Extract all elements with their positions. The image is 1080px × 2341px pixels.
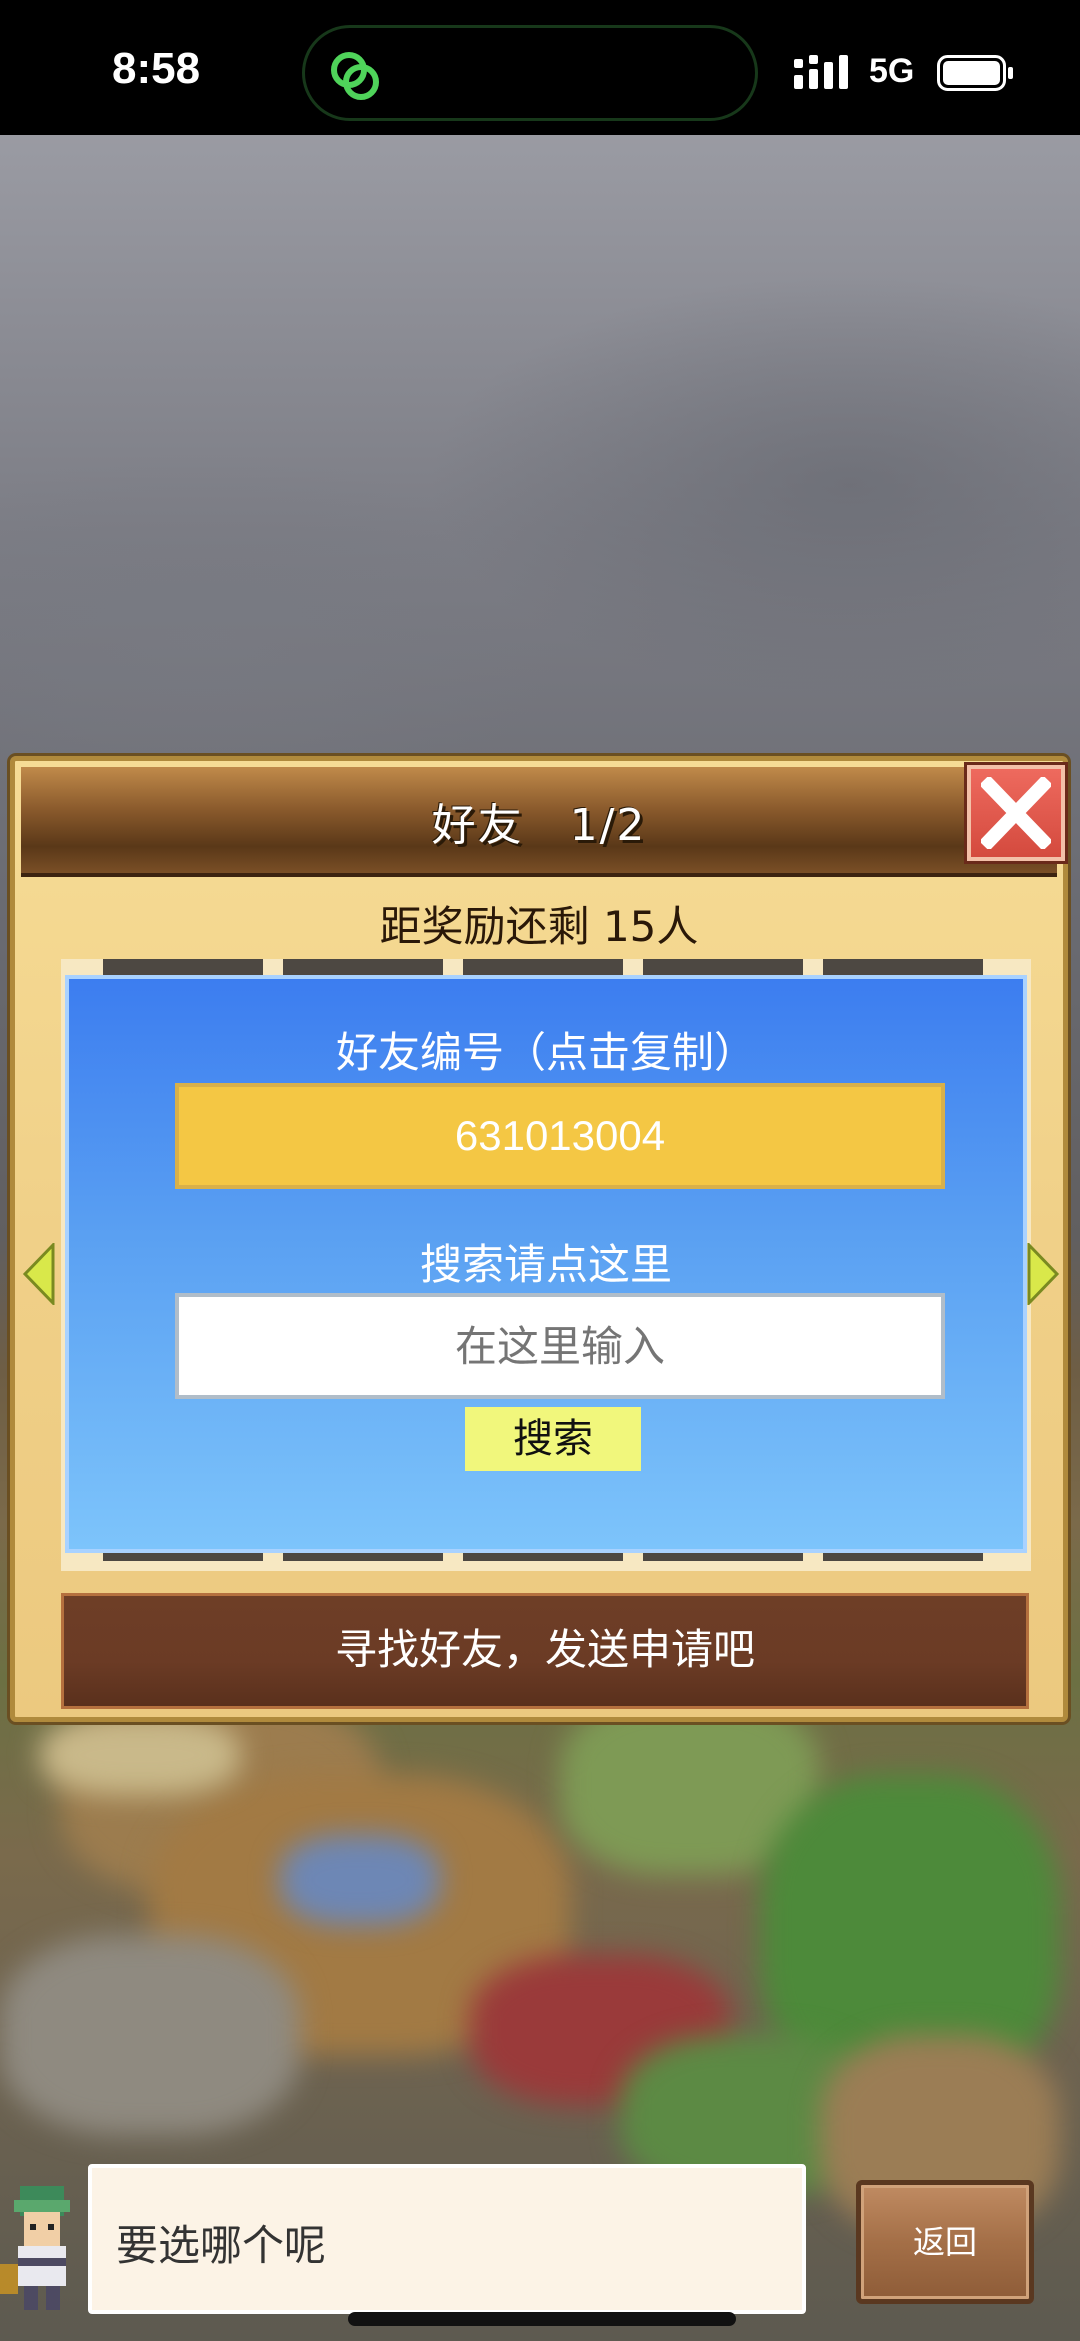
search-button[interactable]: 搜索 bbox=[465, 1407, 641, 1471]
dynamic-island bbox=[302, 25, 758, 121]
friend-dialog: 好友 1/2 距奖励还剩 15人 好友编号（点击复制） 631013004 搜索… bbox=[10, 756, 1068, 1722]
friend-id-label: 好友编号（点击复制） bbox=[335, 1028, 756, 1077]
signal-icon bbox=[794, 55, 848, 89]
prev-page-arrow-icon[interactable] bbox=[21, 1243, 55, 1305]
character-avatar bbox=[0, 2186, 70, 2310]
reward-remaining-text: 距奖励还剩 15人 bbox=[379, 902, 699, 951]
find-friends-banner[interactable]: 寻找好友，发送申请吧 bbox=[61, 1593, 1029, 1709]
search-input[interactable] bbox=[175, 1293, 945, 1399]
speech-bubble: 要选哪个呢 bbox=[88, 2164, 806, 2314]
home-indicator[interactable] bbox=[348, 2312, 736, 2326]
battery-icon bbox=[937, 55, 1013, 91]
back-button[interactable]: 返回 bbox=[856, 2180, 1034, 2304]
screen: 8:58 5G 好友 1/2 距奖励还剩 15人 好友编号（点击复制） 6310… bbox=[0, 0, 1080, 2341]
search-label: 搜索请点这里 bbox=[419, 1240, 672, 1289]
network-label: 5G bbox=[869, 52, 915, 90]
chat-bubble-icon bbox=[331, 52, 379, 100]
dialog-title: 好友 1/2 bbox=[431, 800, 647, 851]
close-button[interactable] bbox=[967, 765, 1065, 861]
status-bar: 8:58 5G bbox=[0, 0, 1080, 135]
next-page-arrow-icon[interactable] bbox=[1027, 1243, 1061, 1305]
speech-text: 要选哪个呢 bbox=[116, 2221, 327, 2270]
friend-id-panel: 好友编号（点击复制） 631013004 搜索请点这里 搜索 bbox=[65, 975, 1027, 1553]
status-time: 8:58 bbox=[112, 44, 201, 93]
friend-id-copy-field[interactable]: 631013004 bbox=[175, 1083, 945, 1189]
dialog-header: 好友 1/2 bbox=[21, 767, 1057, 877]
close-icon bbox=[981, 777, 1051, 849]
